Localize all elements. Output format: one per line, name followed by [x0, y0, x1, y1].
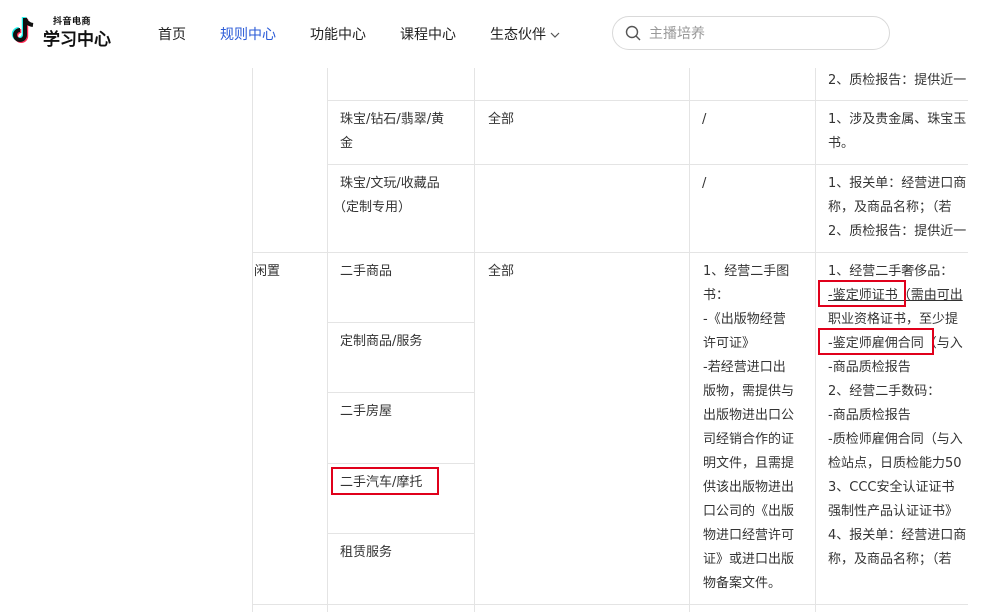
table-cell-line: 1、经营二手图: [703, 264, 790, 279]
search-icon: [625, 25, 641, 41]
table-cell-line: 3、CCC安全认证证书: [828, 480, 955, 495]
table-row-divider: [327, 392, 475, 393]
table-cell-line: -商品质检报告: [828, 360, 911, 375]
table-cell-line: 物进口经营许可: [703, 528, 795, 543]
table-row-divider: [327, 100, 982, 101]
highlight-box-appraiser-cert: [818, 280, 906, 307]
category-label: 闲置: [254, 264, 281, 279]
table-cell-line: 称，及商品名称；（若: [828, 552, 952, 567]
chevron-down-icon: [550, 32, 560, 38]
table-cell-line: 证》或进口出版: [703, 552, 795, 567]
table-row-divider: [252, 604, 982, 605]
table-cell-line: -质检师雇佣合同（与入: [828, 432, 963, 447]
table-cell-line: 许可证》: [703, 336, 756, 351]
table-cell: /: [702, 176, 707, 191]
highlight-box-appraiser-contract: [818, 328, 934, 355]
table-cell: 全部: [488, 264, 515, 279]
table-col-divider: [327, 68, 328, 612]
nav-course-center[interactable]: 课程中心: [400, 24, 456, 44]
table-cell: 1、涉及贵金属、珠宝玉: [828, 112, 967, 127]
nav-home[interactable]: 首页: [158, 24, 186, 44]
table-cell: 珠宝/文玩/收藏品: [340, 176, 440, 191]
table-cell-line: 强制性产品认证证书》: [828, 504, 959, 519]
nav-partners[interactable]: 生态伙伴: [490, 24, 560, 44]
table-row-divider: [327, 533, 475, 534]
table-cell-line: 2、经营二手数码：: [828, 384, 941, 399]
table-cell-line: 供该出版物进出: [703, 480, 795, 495]
table-cell: 珠宝/钻石/翡翠/黄: [340, 112, 445, 127]
table-row-divider: [327, 164, 982, 165]
table-border-left: [252, 68, 253, 612]
table-cell-line: -若经营进口出: [703, 360, 786, 375]
search-box[interactable]: [612, 16, 890, 50]
top-header: 抖音电商 学习中心 首页 规则中心 功能中心 课程中心 生态伙伴: [0, 0, 982, 68]
content-edge: [968, 68, 982, 612]
rules-table: 2、质检报告：提供近一 珠宝/钻石/翡翠/黄 金 全部 / 1、涉及贵金属、珠宝…: [0, 68, 982, 612]
table-cell: /: [702, 112, 707, 127]
site-logo[interactable]: 抖音电商 学习中心: [10, 14, 120, 54]
highlight-box-used-cars: [331, 467, 439, 495]
table-cell-line: -《出版物经营: [703, 312, 786, 327]
table-cell-line: 物备案文件。: [703, 576, 782, 591]
table-cell-line: 口公司的《出版: [703, 504, 795, 519]
subcategory-item: 二手房屋: [340, 404, 393, 419]
table-cell: 书。: [828, 136, 855, 151]
table-cell-line: 版物，需提供与: [703, 384, 795, 399]
table-cell-line: 司经销合作的证: [703, 432, 795, 447]
table-cell-line: 4、报关单：经营进口商: [828, 528, 967, 543]
subcategory-item: 定制商品/服务: [340, 334, 423, 349]
search-input[interactable]: [647, 23, 881, 45]
table-col-divider: [689, 68, 690, 612]
table-cell: 2、质检报告：提供近一: [828, 224, 967, 239]
table-cell-line: -商品质检报告: [828, 408, 911, 423]
table-row-divider: [252, 252, 982, 253]
table-col-divider: [474, 68, 475, 612]
subcategory-item: 二手商品: [340, 264, 393, 279]
table-cell-line: 检站点，日质检能力50: [828, 456, 962, 471]
nav-partners-label: 生态伙伴: [490, 27, 546, 43]
table-cell: 金: [340, 136, 354, 151]
table-col-divider: [815, 68, 816, 612]
nav-rules-center[interactable]: 规则中心: [220, 24, 276, 44]
table-cell-line: 明文件，且需提: [703, 456, 795, 471]
table-cell-line: 书：: [703, 288, 730, 303]
table-cell: （定制专用）: [333, 200, 412, 215]
tiktok-logo-icon: [11, 17, 34, 43]
table-cell: 1、报关单：经营进口商: [828, 176, 967, 191]
table-cell-line: 出版物进出口公: [703, 408, 795, 423]
nav-feature-center[interactable]: 功能中心: [310, 24, 366, 44]
subcategory-item: 租赁服务: [340, 545, 393, 560]
table-row-divider: [327, 322, 475, 323]
table-cell: 2、质检报告：提供近一: [828, 73, 967, 88]
table-cell: 全部: [488, 112, 515, 127]
logo-title: 学习中心: [43, 30, 111, 50]
table-row-divider: [327, 463, 475, 464]
table-cell: 称，及商品名称；（若: [828, 200, 952, 215]
